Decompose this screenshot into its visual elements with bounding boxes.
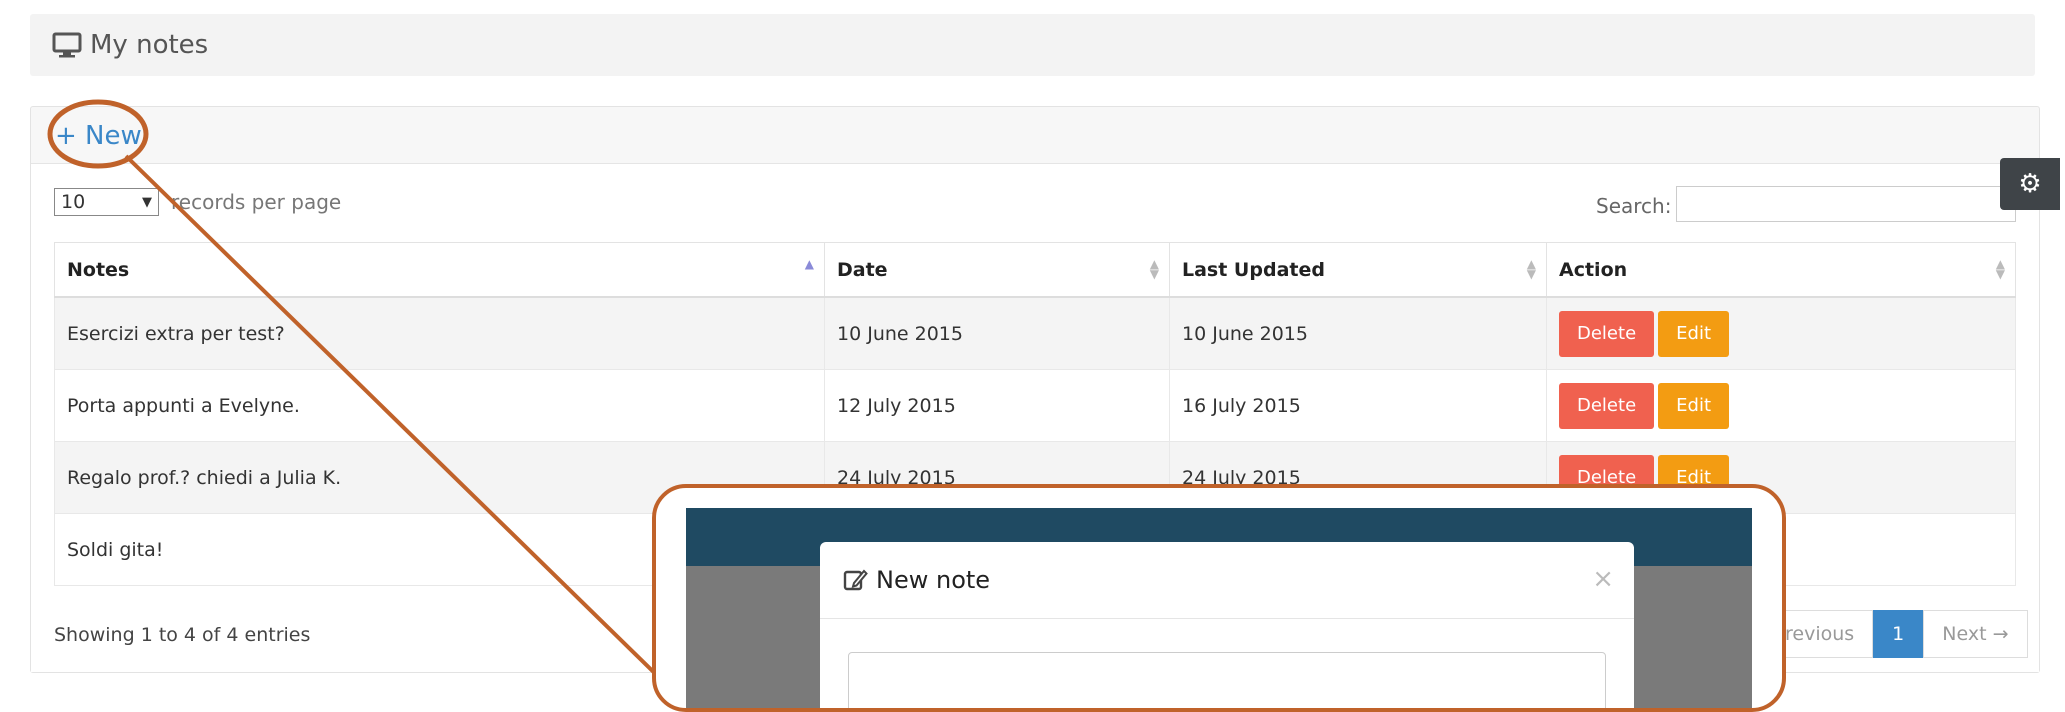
close-icon[interactable]: × [1592,564,1614,594]
sort-icon: ▲ ▼ [1526,257,1536,281]
search-input[interactable] [1676,186,2016,222]
monitor-icon [52,32,82,58]
column-header-notes[interactable]: Notes ▲ [54,242,825,298]
action-cell: Delete Edit [1546,369,2016,442]
caret-down-icon: ▼ [142,194,152,210]
records-select-value: 10 [61,191,86,213]
table-row: Esercizi extra per test? 10 June 2015 10… [54,296,2016,370]
records-per-page-label: records per page [171,190,342,214]
next-page-button[interactable]: Next → [1923,610,2028,658]
column-header-last-updated[interactable]: Last Updated ▲ ▼ [1169,242,1547,298]
sort-icon: ▲ ▼ [1149,257,1159,281]
edit-button[interactable]: Edit [1658,382,1730,429]
callout-screenshot: New note × [686,508,1752,708]
records-per-page-select[interactable]: 10 ▼ [54,188,159,216]
modal-header: New note [820,542,1634,619]
sort-asc-icon: ▲ [804,257,814,271]
action-cell: Delete Edit [1546,296,2016,370]
settings-button[interactable]: ⚙ [2000,158,2060,210]
page-title: My notes [90,30,209,60]
page-1-button[interactable]: 1 [1873,610,1924,658]
date-cell: 12 July 2015 [824,369,1170,442]
showing-entries-text: Showing 1 to 4 of 4 entries [54,624,311,646]
new-note-link[interactable]: + New [55,121,142,151]
note-text-input[interactable] [848,652,1606,708]
sort-icon: ▲ ▼ [1995,257,2005,281]
new-note-modal: New note × [820,542,1634,708]
note-cell: Porta appunti a Evelyne. [54,369,825,442]
table-row: Porta appunti a Evelyne. 12 July 2015 16… [54,369,2016,442]
zoom-callout: New note × [652,484,1786,712]
search-label: Search: [1596,194,1672,218]
delete-button[interactable]: Delete [1559,382,1655,429]
column-header-action[interactable]: Action ▲ ▼ [1546,242,2016,298]
pagination: revious 1 Next → [1766,610,2028,658]
date-cell: 10 June 2015 [824,296,1170,370]
note-cell: Esercizi extra per test? [54,296,825,370]
edit-icon [843,569,868,591]
edit-button[interactable]: Edit [1658,310,1730,357]
page-header: My notes [30,14,2035,76]
gear-icon: ⚙ [2018,169,2042,199]
updated-cell: 16 July 2015 [1169,369,1547,442]
column-header-date[interactable]: Date ▲ ▼ [824,242,1170,298]
table-header-row: Notes ▲ Date ▲ ▼ Last Updated ▲ ▼ Action ▲… [54,242,2016,298]
updated-cell: 10 June 2015 [1169,296,1547,370]
modal-title: New note [876,566,991,594]
delete-button[interactable]: Delete [1559,310,1655,357]
